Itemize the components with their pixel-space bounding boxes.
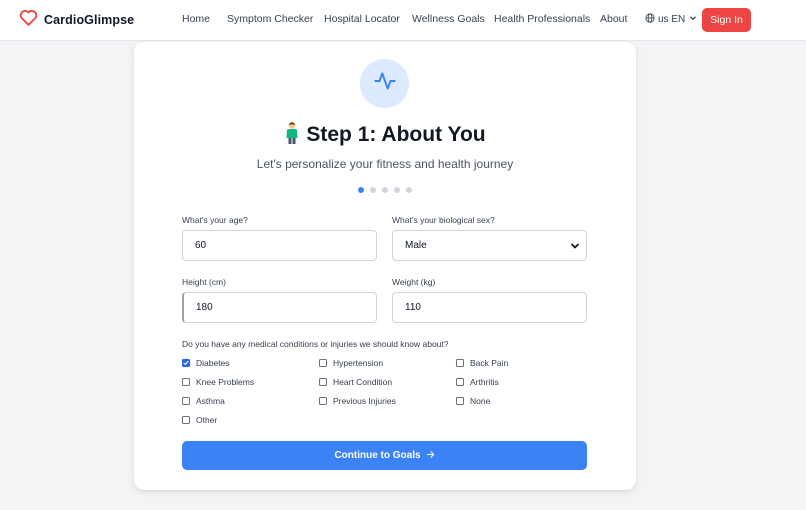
condition-none[interactable]: None xyxy=(456,396,490,406)
condition-label: None xyxy=(470,396,491,406)
top-navbar: CardioGlimpse Home Symptom Checker Hospi… xyxy=(0,0,806,41)
condition-label: Back Pain xyxy=(470,358,509,368)
condition-heart-condition[interactable]: Heart Condition xyxy=(319,377,392,387)
condition-arthritis[interactable]: Arthritis xyxy=(456,377,499,387)
step-title: Step 1: About You xyxy=(306,123,486,146)
pulse-badge xyxy=(360,59,409,108)
age-input[interactable]: 60 xyxy=(182,230,377,261)
sign-in-button[interactable]: Sign In xyxy=(702,8,751,32)
condition-asthma[interactable]: Asthma xyxy=(182,396,225,406)
person-icon xyxy=(284,121,300,150)
sex-value: Male xyxy=(405,240,427,251)
checkbox[interactable] xyxy=(456,359,464,367)
checkbox[interactable] xyxy=(182,397,190,405)
step-dot-3 xyxy=(382,187,388,193)
checkbox[interactable] xyxy=(456,397,464,405)
checkbox[interactable] xyxy=(182,416,190,424)
height-label: Height (cm) xyxy=(182,277,226,287)
nav-link-home[interactable]: Home xyxy=(182,13,210,25)
condition-label: Hypertension xyxy=(333,358,384,368)
nav-link-wellness-goals[interactable]: Wellness Goals xyxy=(412,13,485,25)
age-value: 60 xyxy=(195,240,207,251)
condition-other[interactable]: Other xyxy=(182,415,217,425)
condition-label: Diabetes xyxy=(196,358,230,368)
condition-back-pain[interactable]: Back Pain xyxy=(456,358,508,368)
arrow-right-icon xyxy=(426,450,435,462)
globe-icon xyxy=(645,13,655,26)
nav-link-about[interactable]: About xyxy=(600,13,627,25)
condition-label: Asthma xyxy=(196,396,225,406)
condition-label: Other xyxy=(196,415,218,425)
conditions-label: Do you have any medical conditions or in… xyxy=(182,339,449,349)
checkbox[interactable] xyxy=(456,378,464,386)
checkbox[interactable] xyxy=(182,378,190,386)
step-heading: Step 1: About You xyxy=(134,121,636,149)
condition-previous-injuries[interactable]: Previous Injuries xyxy=(319,396,396,406)
chevron-down-icon xyxy=(688,13,698,26)
age-label: What's your age? xyxy=(182,215,248,225)
condition-hypertension[interactable]: Hypertension xyxy=(319,358,383,368)
nav-link-symptom-checker[interactable]: Symptom Checker xyxy=(227,13,313,25)
continue-label: Continue to Goals xyxy=(334,450,421,461)
sex-select[interactable]: Male xyxy=(392,230,587,261)
step-dot-2 xyxy=(370,187,376,193)
continue-button[interactable]: Continue to Goals xyxy=(182,441,587,470)
step-dot-1 xyxy=(358,187,364,193)
language-selector[interactable]: us EN xyxy=(645,13,698,26)
condition-label: Previous Injuries xyxy=(333,396,396,406)
condition-knee-problems[interactable]: Knee Problems xyxy=(182,377,254,387)
onboarding-card: Step 1: About You Let's personalize your… xyxy=(134,42,636,490)
nav-link-health-professionals[interactable]: Health Professionals xyxy=(494,13,590,25)
sex-label: What's your biological sex? xyxy=(392,215,495,225)
weight-label: Weight (kg) xyxy=(392,277,436,287)
pulse-icon xyxy=(372,68,398,99)
step-progress xyxy=(134,187,636,193)
condition-diabetes[interactable]: Diabetes xyxy=(182,358,230,368)
weight-input[interactable]: 110 xyxy=(392,292,587,323)
checkbox[interactable] xyxy=(182,359,190,367)
step-dot-5 xyxy=(406,187,412,193)
condition-label: Arthritis xyxy=(470,377,499,387)
chevron-down-icon xyxy=(570,241,580,251)
checkbox[interactable] xyxy=(319,378,327,386)
step-dot-4 xyxy=(394,187,400,193)
condition-label: Knee Problems xyxy=(196,377,255,387)
weight-value: 110 xyxy=(405,302,421,313)
height-value: 180 xyxy=(196,302,213,313)
language-label: us EN xyxy=(658,14,686,25)
checkbox[interactable] xyxy=(319,359,327,367)
nav-link-hospital-locator[interactable]: Hospital Locator xyxy=(324,13,400,25)
height-input[interactable]: 180 xyxy=(182,292,377,323)
step-subtitle: Let's personalize your fitness and healt… xyxy=(256,157,514,171)
condition-label: Heart Condition xyxy=(333,377,393,387)
checkbox[interactable] xyxy=(319,397,327,405)
